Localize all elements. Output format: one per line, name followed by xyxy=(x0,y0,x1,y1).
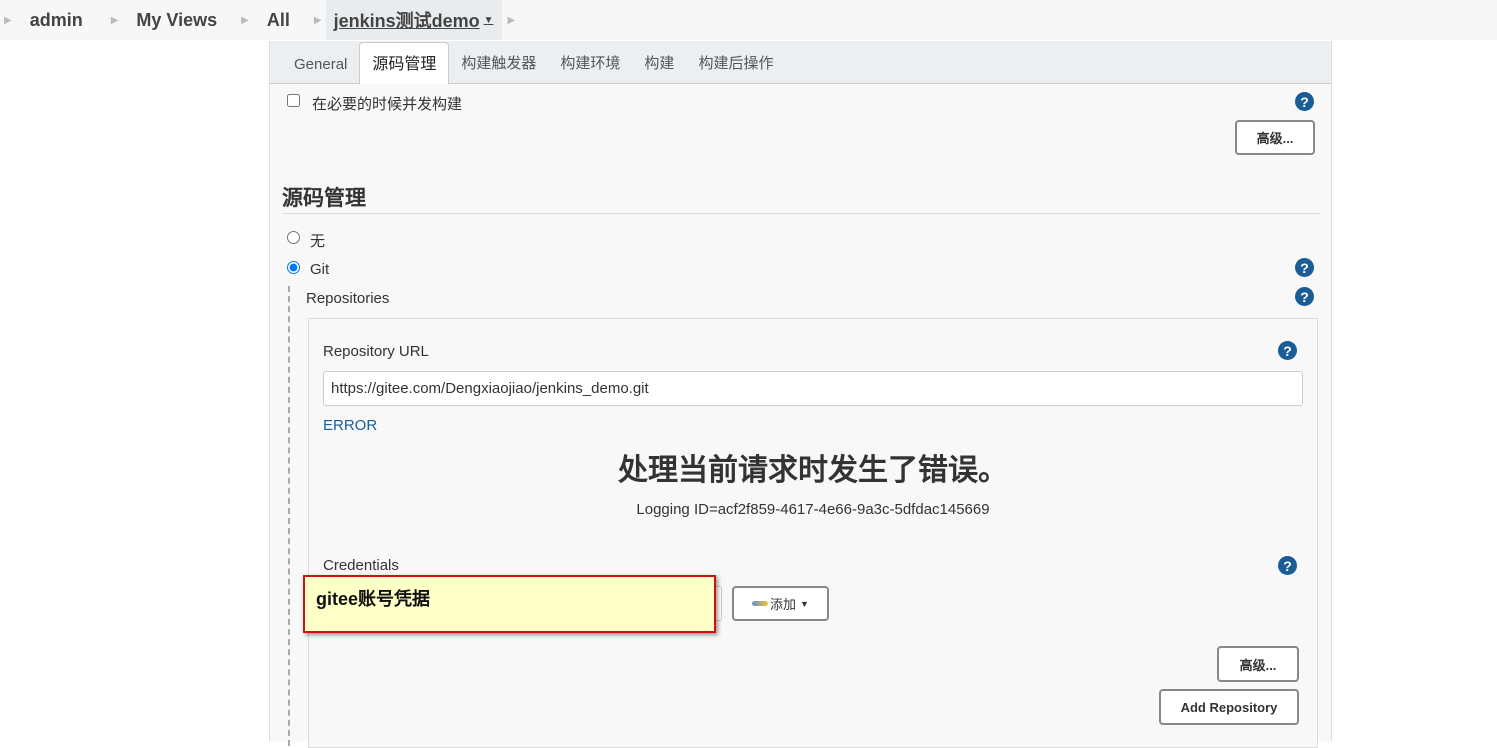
tab-general[interactable]: General xyxy=(282,43,359,83)
breadcrumb-all[interactable]: All xyxy=(263,10,294,31)
tab-environment[interactable]: 构建环境 xyxy=(548,43,632,83)
chevron-down-icon: ▼ xyxy=(800,598,809,609)
breadcrumb-separator: ▶ xyxy=(4,14,12,26)
breadcrumb-admin[interactable]: admin xyxy=(26,10,87,31)
tab-post-build[interactable]: 构建后操作 xyxy=(686,43,785,83)
logging-id: Logging ID=acf2f859-4617-4e66-9a3c-5dfda… xyxy=(636,501,990,518)
chevron-down-icon[interactable]: ▼ xyxy=(484,15,494,26)
scm-none-radio[interactable] xyxy=(287,231,300,244)
breadcrumb-job[interactable]: jenkins测试demo xyxy=(334,7,480,33)
key-icon xyxy=(752,601,769,606)
breadcrumb-separator: ▶ xyxy=(110,14,119,26)
add-label: 添加 xyxy=(770,597,797,612)
add-credentials-button[interactable]: 添加 ▼ xyxy=(732,586,829,621)
scm-none-label: 无 xyxy=(310,233,326,250)
divider xyxy=(282,213,1320,214)
breadcrumb-separator: ▶ xyxy=(313,14,322,26)
breadcrumb-my-views[interactable]: My Views xyxy=(132,10,221,31)
advanced-button[interactable]: 高级... xyxy=(1235,120,1315,155)
repo-url-label: Repository URL xyxy=(323,343,429,360)
help-icon[interactable]: ? xyxy=(1295,92,1314,111)
breadcrumb-separator: ▶ xyxy=(507,14,516,26)
tab-bar: General 源码管理 构建触发器 构建环境 构建 构建后操作 xyxy=(270,41,1331,84)
tab-triggers[interactable]: 构建触发器 xyxy=(449,43,548,83)
credentials-label: Credentials xyxy=(323,557,399,574)
section-title: 源码管理 xyxy=(282,187,366,210)
concurrent-build-checkbox[interactable] xyxy=(287,94,300,107)
error-title: 处理当前请求时发生了错误。 xyxy=(618,454,1008,487)
error-link[interactable]: ERROR xyxy=(323,417,377,434)
repositories-label: Repositories xyxy=(306,290,390,307)
add-repository-button[interactable]: Add Repository xyxy=(1159,689,1299,725)
breadcrumb: ▶ admin ▶ My Views ▶ All ▶ jenkins测试demo ▼ ▶ xyxy=(0,0,1497,40)
annotation-callout: gitee账号凭据 xyxy=(303,575,716,633)
tab-build[interactable]: 构建 xyxy=(632,43,686,83)
tab-scm[interactable]: 源码管理 xyxy=(359,42,450,84)
scm-git-label: Git xyxy=(310,261,330,278)
help-icon[interactable]: ? xyxy=(1278,556,1297,575)
config-panel: General 源码管理 构建触发器 构建环境 构建 构建后操作 在必要的时候并… xyxy=(269,41,1332,748)
help-icon[interactable]: ? xyxy=(1278,341,1297,360)
breadcrumb-separator: ▶ xyxy=(241,14,249,26)
help-icon[interactable]: ? xyxy=(1295,287,1314,306)
help-icon[interactable]: ? xyxy=(1295,258,1314,277)
git-nested-border xyxy=(288,286,290,746)
repo-url-input[interactable] xyxy=(323,371,1303,406)
scm-git-radio[interactable] xyxy=(287,261,300,274)
repo-advanced-button[interactable]: 高级... xyxy=(1217,646,1299,682)
concurrent-build-label: 在必要的时候并发构建 xyxy=(312,96,463,113)
